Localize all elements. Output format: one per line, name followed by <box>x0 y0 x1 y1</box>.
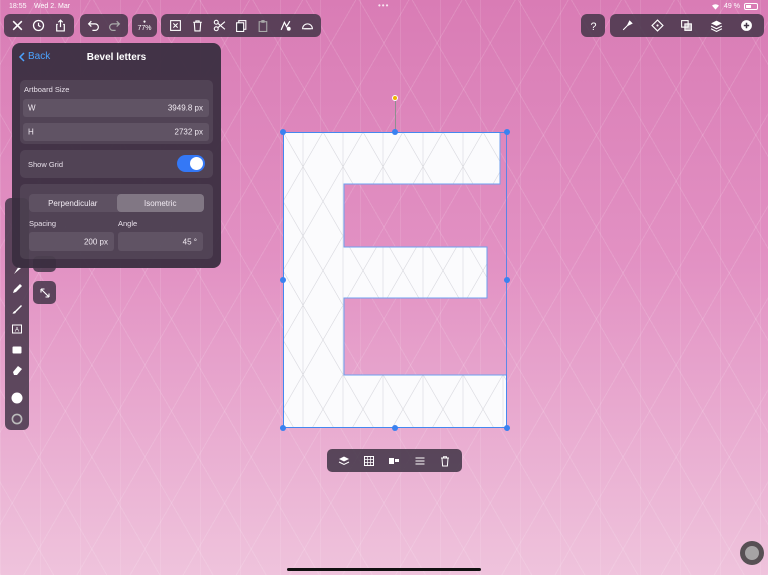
spacing-field[interactable]: 200 px <box>29 232 114 251</box>
selection-context-bar <box>327 449 462 472</box>
handle-top-left[interactable] <box>280 129 286 135</box>
show-grid-row: Show Grid <box>20 150 213 178</box>
artboard[interactable] <box>283 132 507 428</box>
artboard-size-section: Artboard Size W 3949.8 px H 2732 px <box>20 80 213 144</box>
width-value: 3949.8 px <box>167 103 203 113</box>
help-group: ? <box>581 14 605 37</box>
eraser-icon[interactable] <box>8 361 26 379</box>
grid-type-segmented: Perpendicular Isometric <box>29 194 204 212</box>
copy-icon[interactable] <box>231 16 251 36</box>
toolbar-file-group <box>4 14 74 37</box>
deselect-icon[interactable] <box>165 16 185 36</box>
pattern-icon[interactable] <box>359 451 379 471</box>
history-icon[interactable] <box>29 16 49 36</box>
artboard-size-label: Artboard Size <box>24 85 70 94</box>
toolbar-undo-group <box>80 14 128 37</box>
brush-icon[interactable] <box>8 300 26 318</box>
svg-text:?: ? <box>590 21 596 32</box>
assistive-touch-button[interactable] <box>740 541 764 565</box>
multitask-dots-icon[interactable]: ••• <box>378 1 389 10</box>
status-date: Wed 2. Mar <box>34 3 71 10</box>
add-icon[interactable] <box>736 16 756 36</box>
grid-type-isometric[interactable]: Isometric <box>116 194 204 212</box>
status-time: 18:55 <box>9 3 27 10</box>
handle-top-right[interactable] <box>504 129 510 135</box>
handle-bottom-left[interactable] <box>280 425 286 431</box>
grid-type-perpendicular[interactable]: Perpendicular <box>29 194 117 212</box>
vector-icon[interactable] <box>647 16 667 36</box>
zoom-level: 77% <box>137 24 152 32</box>
status-bar: 18:55 Wed 2. Mar ••• 49 % <box>0 0 768 14</box>
show-grid-label: Show Grid <box>28 160 64 169</box>
handle-top-center[interactable] <box>392 129 398 135</box>
show-grid-toggle[interactable] <box>177 155 205 172</box>
redo-icon[interactable] <box>105 16 125 36</box>
battery-percent: 49 % <box>724 3 740 10</box>
menu-icon[interactable] <box>410 451 430 471</box>
letter-e-shape <box>283 132 507 428</box>
expand-icon[interactable] <box>33 281 56 304</box>
rotation-handle[interactable] <box>392 95 398 101</box>
status-indicators: 49 % <box>711 3 758 10</box>
height-value: 2732 px <box>174 127 203 137</box>
spacing-value: 200 px <box>83 237 108 246</box>
undo-icon[interactable] <box>84 16 104 36</box>
svg-text:A: A <box>15 328 19 334</box>
panel-title: Bevel letters <box>86 52 147 63</box>
share-icon[interactable] <box>50 16 70 36</box>
paste-icon[interactable] <box>253 16 273 36</box>
layers-icon[interactable] <box>707 16 727 36</box>
flip-icon[interactable] <box>297 16 317 36</box>
shape-tool-icon[interactable] <box>8 341 26 359</box>
pencil-icon[interactable] <box>8 280 26 298</box>
wifi-icon <box>712 4 720 10</box>
text-tool-icon[interactable]: A <box>8 320 26 338</box>
trash-icon[interactable] <box>187 16 207 36</box>
scissors-icon[interactable] <box>209 16 229 36</box>
toolbar-edit-group <box>161 14 321 37</box>
toolbar-right-group <box>610 14 764 37</box>
clone-icon[interactable] <box>275 16 295 36</box>
stroke-color-icon[interactable] <box>8 410 26 428</box>
help-icon[interactable]: ? <box>584 16 602 36</box>
height-field[interactable]: H 2732 px <box>23 123 209 141</box>
home-indicator[interactable] <box>287 568 481 571</box>
rotation-line <box>395 101 396 132</box>
grid-settings-panel: Back Bevel letters Artboard Size W 3949.… <box>12 43 221 268</box>
align-icon[interactable] <box>384 451 404 471</box>
delete-selection-icon[interactable] <box>435 451 455 471</box>
width-label: W <box>28 103 36 113</box>
width-field[interactable]: W 3949.8 px <box>23 99 209 117</box>
height-label: H <box>28 127 34 137</box>
spacing-label: Spacing <box>29 219 57 228</box>
grid-options-section: Perpendicular Isometric Spacing Angle 20… <box>20 184 213 259</box>
angle-field[interactable]: 45 ° <box>118 232 203 251</box>
handle-middle-left[interactable] <box>280 277 286 283</box>
close-icon[interactable] <box>8 16 28 36</box>
handle-middle-right[interactable] <box>504 277 510 283</box>
angle-value: 45 ° <box>182 237 197 246</box>
zoom-control[interactable]: ● 77% <box>132 14 157 37</box>
angle-label: Angle <box>118 219 138 228</box>
battery-icon <box>744 3 758 10</box>
handle-bottom-center[interactable] <box>392 425 398 431</box>
arrange-icon[interactable] <box>334 451 354 471</box>
handle-bottom-right[interactable] <box>504 425 510 431</box>
pen-tools-icon[interactable] <box>618 16 638 36</box>
fill-color-icon[interactable] <box>8 389 26 407</box>
boolean-icon[interactable] <box>677 16 697 36</box>
